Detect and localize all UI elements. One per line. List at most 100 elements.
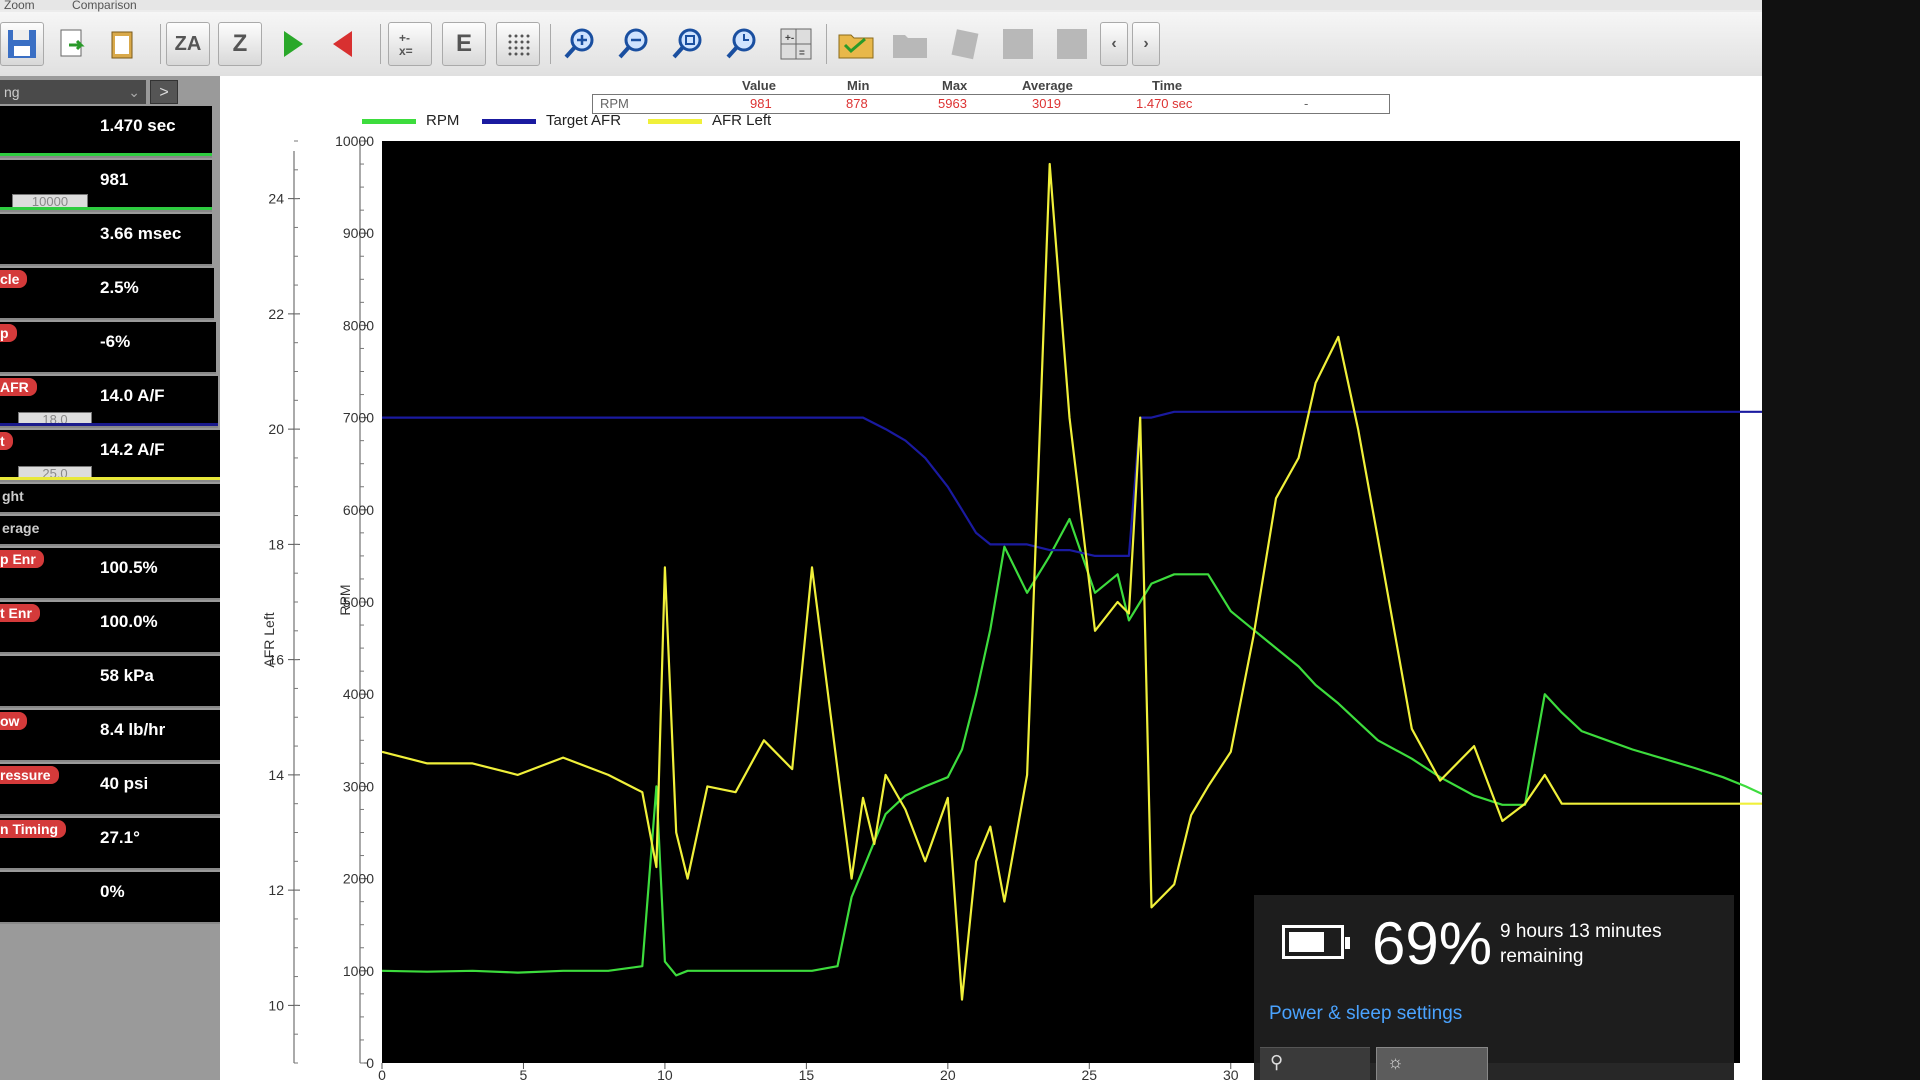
zoom-out-icon[interactable] — [612, 22, 656, 66]
grid-dots-icon[interactable] — [496, 22, 540, 66]
gauge-value: 981 — [100, 170, 129, 189]
calculator-icon[interactable]: +- x= — [388, 22, 432, 66]
stats-header-time: Time — [1152, 78, 1183, 93]
stats-row[interactable] — [592, 94, 1390, 114]
brightness-tile[interactable]: ☼ — [1376, 1047, 1488, 1080]
monitor-bezel — [1762, 0, 1920, 1080]
x-tick-label: 0 — [378, 1067, 386, 1080]
rpm-tick-label: 1000 — [343, 963, 374, 979]
doc-disabled-icon — [942, 22, 986, 66]
table-calc-icon[interactable]: +- = — [774, 22, 818, 66]
gauge-row[interactable]: cle 2.5% — [0, 268, 214, 320]
battery-icon — [1282, 925, 1350, 959]
stats-min: 878 — [846, 96, 868, 111]
afr-axis-label: AFR Left — [261, 612, 277, 667]
gauge-row[interactable]: 1.470 sec — [0, 106, 212, 158]
zoom-all-button[interactable]: ZA — [166, 22, 210, 66]
gauge-section-label: erage — [2, 520, 40, 536]
edit-button[interactable]: E — [442, 22, 486, 66]
gauge-label: ow — [0, 712, 28, 730]
menu-bar: Zoom Comparison — [0, 0, 1762, 12]
afr-tick-label: 22 — [268, 306, 284, 322]
gauge-label: n Timing — [0, 820, 67, 838]
rpm-tick-label: 9000 — [343, 225, 374, 241]
gauge-label: p — [0, 324, 17, 342]
save-icon[interactable] — [0, 22, 44, 66]
svg-text:=: = — [799, 48, 805, 59]
stats-time: 1.470 sec — [1136, 96, 1193, 111]
rpm-tick-label: 8000 — [343, 317, 374, 333]
folder-disabled-icon — [888, 22, 932, 66]
stats-max: 5963 — [938, 96, 967, 111]
gauge-row[interactable]: ght — [0, 484, 222, 514]
gauge-row[interactable]: t Enr 100.0% — [0, 602, 224, 654]
gauge-label: AFR — [0, 378, 37, 396]
gauge-value: 3.66 msec — [100, 224, 182, 243]
gauge-value: 100.5% — [100, 558, 158, 577]
gauge-section-label: ght — [2, 488, 24, 504]
battery-flyout: 69% 9 hours 13 minutes remaining Power &… — [1254, 895, 1734, 1080]
gauge-value: 0% — [100, 882, 125, 901]
power-sleep-settings-link[interactable]: Power & sleep settings — [1269, 1003, 1462, 1025]
zoom-button[interactable]: Z — [218, 22, 262, 66]
gauge-value: 27.1° — [100, 828, 140, 847]
zoom-in-icon[interactable] — [558, 22, 602, 66]
gauge-label: p Enr — [0, 550, 44, 568]
gauge-sidebar: ng ⌄ > 1.470 sec 981 10000 3.66 msec cle 2.5%… — [0, 76, 228, 1080]
leaf-icon: ⚲ — [1270, 1052, 1284, 1072]
gauge-value: 58 kPa — [100, 666, 154, 685]
export-icon[interactable] — [50, 22, 94, 66]
gauge-value: 1.470 sec — [100, 116, 176, 135]
gauge-limit-field[interactable]: 10000 — [12, 194, 88, 209]
stats-header-max: Max — [942, 78, 968, 93]
reverse-icon[interactable] — [322, 22, 366, 66]
gauge-bar — [0, 423, 218, 426]
x-tick-label: 5 — [520, 1067, 528, 1080]
stats-average: 3019 — [1032, 96, 1061, 111]
afr-tick-label: 18 — [268, 536, 284, 552]
rpm-tick-label: 0 — [366, 1055, 374, 1071]
menu-comparison[interactable]: Comparison — [72, 0, 137, 12]
stats-trailing: - — [1304, 96, 1309, 111]
gauge-row[interactable]: ow 8.4 lb/hr — [0, 710, 226, 762]
gauge-row[interactable]: t 14.2 A/F 25.0 — [0, 430, 220, 482]
gauge-value: 8.4 lb/hr — [100, 720, 166, 739]
brightness-icon: ☼ — [1387, 1052, 1404, 1072]
afr-tick-label: 20 — [268, 421, 284, 437]
gauge-set-select[interactable]: ng ⌄ — [0, 80, 146, 104]
gauge-row[interactable]: 3.66 msec — [0, 214, 212, 266]
gauge-row[interactable]: AFR 14.0 A/F 18.0 — [0, 376, 218, 428]
stats-row-label: RPM — [600, 96, 629, 111]
rpm-tick-label: 3000 — [343, 778, 374, 794]
battery-saver-tile[interactable]: ⚲ — [1260, 1047, 1370, 1080]
toolbar-scroll-right[interactable]: › — [1132, 22, 1160, 66]
gauge-value: 100.0% — [100, 612, 158, 631]
gauge-label: t Enr — [0, 604, 40, 622]
zoom-time-icon[interactable] — [720, 22, 764, 66]
gauge-row[interactable]: 981 10000 — [0, 160, 212, 212]
toolbar-scroll-left[interactable]: ‹ — [1100, 22, 1128, 66]
zoom-fit-icon[interactable] — [666, 22, 710, 66]
x-tick-label: 10 — [657, 1067, 673, 1080]
gauge-row[interactable]: 0% — [0, 872, 228, 924]
rpm-tick-label: 4000 — [343, 686, 374, 702]
svg-text:+-: +- — [785, 33, 794, 44]
play-icon[interactable] — [270, 22, 314, 66]
rpm-tick-label: 2000 — [343, 871, 374, 887]
battery-percent: 69% — [1372, 910, 1493, 977]
gauge-row[interactable]: 58 kPa — [0, 656, 226, 708]
menu-zoom[interactable]: Zoom — [4, 0, 35, 12]
gauge-next-button[interactable]: > — [150, 80, 178, 104]
gauge-row[interactable]: ressure 40 psi — [0, 764, 228, 816]
chevron-down-icon: ⌄ — [128, 84, 140, 100]
gauge-row[interactable]: p -6% — [0, 322, 216, 374]
svg-text:x=: x= — [399, 44, 413, 58]
clipboard-icon[interactable] — [100, 22, 144, 66]
gauge-value: 14.0 A/F — [100, 386, 165, 405]
gauge-row[interactable]: p Enr 100.5% — [0, 548, 224, 600]
afr-tick-label: 14 — [268, 767, 284, 783]
gauge-row[interactable]: erage — [0, 516, 222, 546]
gauge-row[interactable]: n Timing 27.1° — [0, 818, 228, 870]
open-folder-icon[interactable] — [834, 22, 878, 66]
stats-header-average: Average — [1022, 78, 1073, 93]
